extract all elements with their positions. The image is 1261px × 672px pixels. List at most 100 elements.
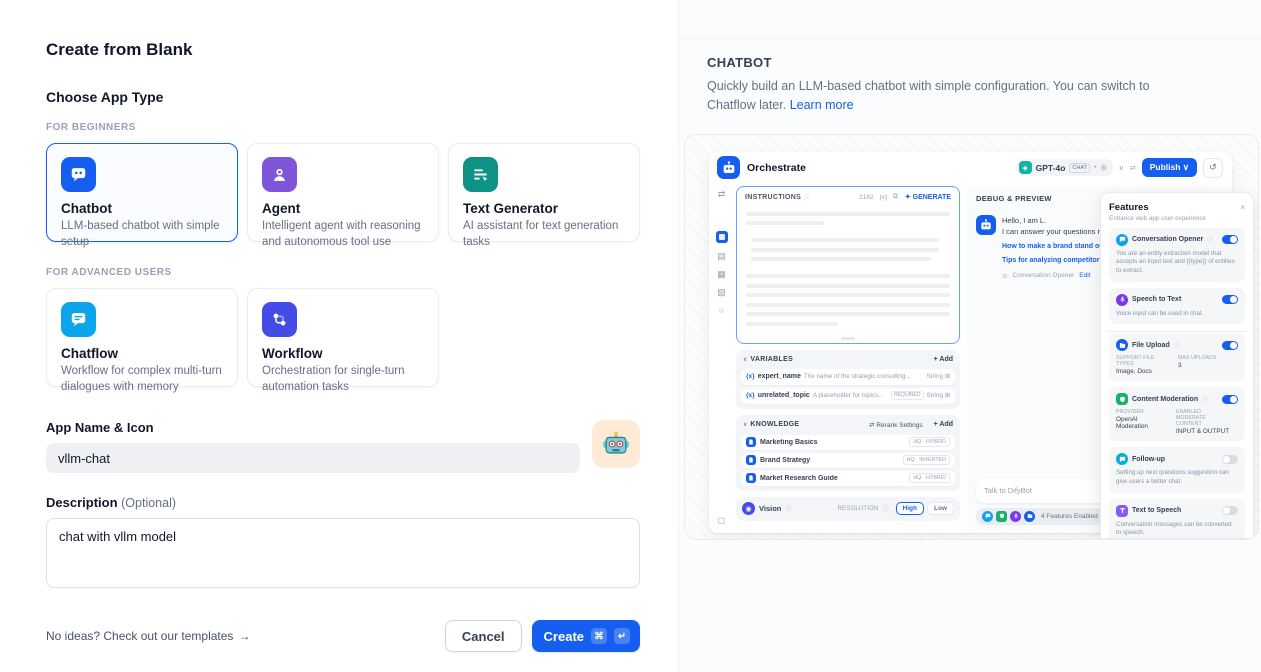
app-type-card-agent[interactable]: Agent Intelligent agent with reasoning a… bbox=[247, 143, 439, 242]
variable-row[interactable]: {x} expert_name The name of the strategi… bbox=[741, 369, 955, 385]
copy-icon[interactable]: ⧉ bbox=[893, 193, 898, 201]
resolution-low-option[interactable]: Low bbox=[927, 502, 954, 515]
feature-toggle[interactable] bbox=[1222, 506, 1238, 515]
card-description: AI assistant for text generation tasks bbox=[463, 219, 625, 250]
conversation-opener-icon bbox=[1116, 234, 1128, 246]
description-optional-text: (Optional) bbox=[121, 496, 176, 510]
swap-model-icon[interactable]: ⇄ bbox=[1130, 164, 1136, 172]
variable-name: unrelated_topic bbox=[758, 392, 810, 399]
card-title: Agent bbox=[262, 201, 424, 216]
variable-description: The name of the strategic consulting... bbox=[804, 373, 924, 380]
skeleton-line bbox=[746, 274, 950, 278]
page-title: Create from Blank bbox=[46, 40, 640, 60]
variable-row[interactable]: {x} unrelated_topic A placeholder for to… bbox=[741, 388, 955, 404]
variable-icon[interactable]: {x} bbox=[880, 194, 888, 201]
learn-more-link[interactable]: Learn more bbox=[790, 98, 854, 112]
vision-eye-icon: ◉ bbox=[742, 502, 755, 515]
for-advanced-users-label: FOR ADVANCED USERS bbox=[46, 267, 640, 278]
app-type-card-workflow[interactable]: Workflow Orchestration for single-turn a… bbox=[247, 288, 439, 387]
knowledge-row[interactable]: Market Research Guide HQ · HYBRID bbox=[741, 471, 955, 486]
history-icon[interactable]: ↺ bbox=[1203, 158, 1223, 178]
feature-card-speech-to-text: Speech to Text Voice input can be used i… bbox=[1109, 288, 1245, 325]
field-label: ENABLED MODERATE CONTENT bbox=[1176, 409, 1230, 427]
suggestion-link[interactable]: How to make a brand stand out? bbox=[1002, 243, 1110, 250]
sidebar-item-annotations[interactable]: ▧ bbox=[717, 288, 726, 297]
app-type-card-chatbot[interactable]: Chatbot LLM-based chatbot with simple se… bbox=[46, 143, 238, 242]
app-type-card-text-generator[interactable]: Text Generator AI assistant for text gen… bbox=[448, 143, 640, 242]
app-name-label: App Name & Icon bbox=[46, 420, 580, 435]
chevron-down-icon[interactable]: ∨ bbox=[743, 356, 747, 363]
create-from-blank-panel: Create from Blank Choose App Type FOR BE… bbox=[0, 0, 678, 672]
feature-toggle[interactable] bbox=[1222, 455, 1238, 464]
variable-icon: {x} bbox=[746, 373, 755, 380]
chevron-down-icon[interactable]: ∨ bbox=[743, 421, 747, 428]
text-to-speech-icon bbox=[1116, 505, 1128, 517]
resize-handle[interactable] bbox=[841, 337, 855, 340]
info-icon: ⓘ bbox=[785, 504, 791, 513]
cmd-key-icon: ⌘ bbox=[591, 628, 607, 644]
skeleton-line bbox=[751, 257, 931, 261]
edit-opener-link[interactable]: Edit bbox=[1079, 272, 1090, 279]
sidebar-item-orchestrate[interactable] bbox=[716, 231, 728, 243]
follow-up-icon bbox=[1116, 453, 1128, 465]
resolution-high-option[interactable]: High bbox=[896, 502, 924, 515]
knowledge-doc-icon bbox=[746, 437, 756, 447]
templates-link[interactable]: No ideas? Check out our templates → bbox=[46, 629, 250, 643]
preview-heading: CHATBOT bbox=[707, 55, 1233, 70]
card-description: Workflow for complex multi-turn dialogue… bbox=[61, 364, 223, 395]
app-name-input[interactable] bbox=[46, 443, 580, 473]
knowledge-row[interactable]: Marketing Basics HQ · HYBRID bbox=[741, 435, 955, 450]
app-icon-picker[interactable] bbox=[592, 420, 640, 468]
feature-name: Follow-up bbox=[1132, 456, 1165, 463]
choose-app-type-label: Choose App Type bbox=[46, 89, 640, 105]
info-icon: ⓘ bbox=[1174, 341, 1180, 350]
add-knowledge-button[interactable]: + Add bbox=[934, 421, 953, 428]
feature-toggle[interactable] bbox=[1222, 295, 1238, 304]
skeleton-line bbox=[751, 248, 939, 252]
content-moderation-icon bbox=[1116, 393, 1128, 405]
knowledge-doc-icon bbox=[746, 473, 756, 483]
sidebar-item-monitoring[interactable]: ○ bbox=[719, 306, 724, 315]
instructions-label: INSTRUCTIONS bbox=[745, 194, 801, 201]
description-textarea[interactable]: chat with vllm model bbox=[46, 518, 640, 588]
swap-icon[interactable]: ⇄ bbox=[718, 190, 726, 199]
cancel-button[interactable]: Cancel bbox=[445, 620, 522, 652]
model-selector[interactable]: ◈ GPT-4o CHAT • ⚙ bbox=[1016, 159, 1113, 176]
chatflow-icon bbox=[61, 302, 96, 337]
feature-toggle[interactable] bbox=[1222, 235, 1238, 244]
resolution-label: RESOLUTION bbox=[838, 506, 879, 512]
feature-description: You are an entity extraction model that … bbox=[1116, 250, 1238, 276]
enter-key-icon: ↵ bbox=[614, 628, 630, 644]
close-icon[interactable]: × bbox=[1240, 203, 1245, 212]
generate-button[interactable]: ✦ GENERATE bbox=[905, 193, 951, 201]
field-label: PROVIDER bbox=[1116, 409, 1168, 415]
feature-toggle[interactable] bbox=[1222, 341, 1238, 350]
create-button-label: Create bbox=[544, 629, 584, 644]
preview-description: Quickly build an LLM-based chatbot with … bbox=[707, 77, 1169, 115]
sidebar-item-preview[interactable]: ▤ bbox=[717, 252, 726, 261]
file-upload-icon bbox=[1116, 339, 1128, 351]
feature-name: Content Moderation bbox=[1132, 396, 1198, 403]
create-button[interactable]: Create ⌘ ↵ bbox=[532, 620, 640, 652]
variable-icon: {x} bbox=[746, 392, 755, 399]
content-moderation-icon bbox=[996, 511, 1007, 522]
card-title: Chatbot bbox=[61, 201, 223, 216]
rerank-settings-button[interactable]: ⇄ Rerank Settings bbox=[869, 421, 923, 429]
card-title: Workflow bbox=[262, 346, 424, 361]
text-generator-icon bbox=[463, 157, 498, 192]
model-chat-badge: CHAT bbox=[1069, 163, 1090, 173]
workflow-icon bbox=[262, 302, 297, 337]
knowledge-row[interactable]: Brand Strategy HQ · INVERTED bbox=[741, 453, 955, 468]
robot-emoji bbox=[601, 429, 631, 459]
sidebar-item-collapse[interactable]: ◻ bbox=[718, 516, 725, 525]
feature-name: Text to Speech bbox=[1132, 507, 1181, 514]
publish-button[interactable]: Publish ∨ bbox=[1142, 158, 1197, 177]
card-title: Text Generator bbox=[463, 201, 625, 216]
vision-label: Vision bbox=[759, 504, 781, 513]
feature-toggle[interactable] bbox=[1222, 395, 1238, 404]
card-title: Chatflow bbox=[61, 346, 223, 361]
add-variable-button[interactable]: + Add bbox=[934, 356, 953, 363]
chevron-down-icon[interactable]: ∨ bbox=[1119, 164, 1124, 172]
app-type-card-chatflow[interactable]: Chatflow Workflow for complex multi-turn… bbox=[46, 288, 238, 387]
sidebar-item-logs[interactable]: ▦ bbox=[717, 270, 726, 279]
